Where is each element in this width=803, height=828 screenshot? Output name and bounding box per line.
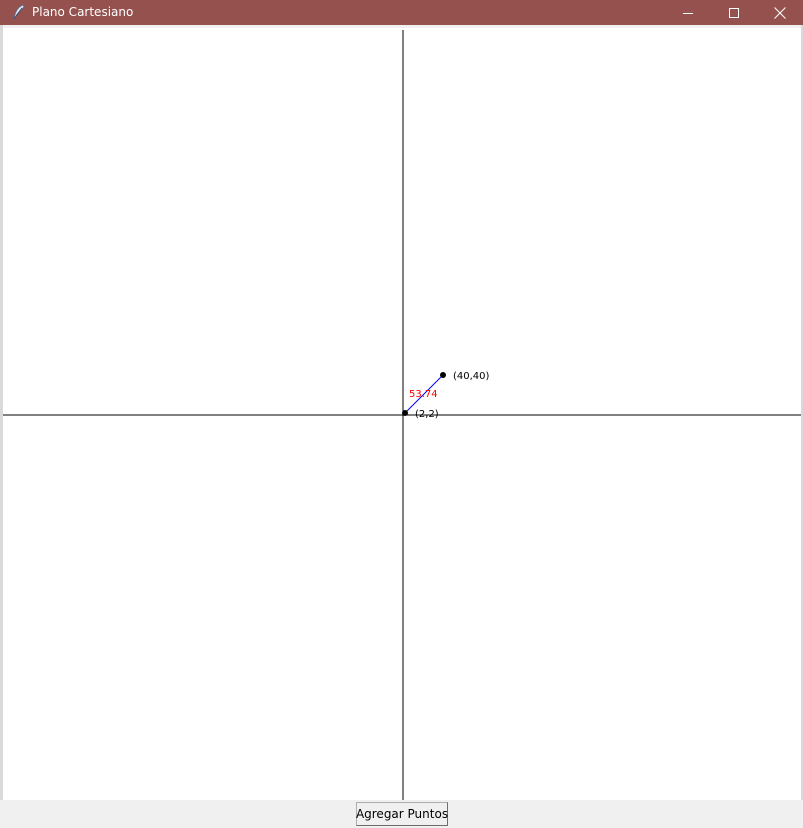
app-window: Plano Cartesiano 53.74 (2,2) (40,40) Agr…: [0, 0, 803, 828]
close-icon: [774, 6, 786, 19]
point-marker: [440, 372, 446, 378]
maximize-button[interactable]: [711, 0, 757, 25]
minimize-button[interactable]: [665, 0, 711, 25]
cartesian-plane: 53.74 (2,2) (40,40): [3, 30, 801, 800]
maximize-icon: [729, 7, 739, 18]
distance-label: 53.74: [409, 389, 438, 400]
cartesian-canvas[interactable]: 53.74 (2,2) (40,40): [3, 28, 801, 800]
feather-icon: [12, 4, 26, 20]
window-title: Plano Cartesiano: [32, 5, 134, 19]
minimize-icon: [683, 8, 693, 18]
close-button[interactable]: [757, 0, 803, 25]
point-label: (2,2): [415, 409, 439, 420]
title-bar[interactable]: Plano Cartesiano: [0, 0, 803, 25]
bottom-toolbar: Agregar Puntos: [0, 800, 803, 828]
point-label: (40,40): [453, 371, 490, 382]
add-points-button[interactable]: Agregar Puntos: [356, 802, 448, 826]
point-marker: [402, 410, 408, 416]
